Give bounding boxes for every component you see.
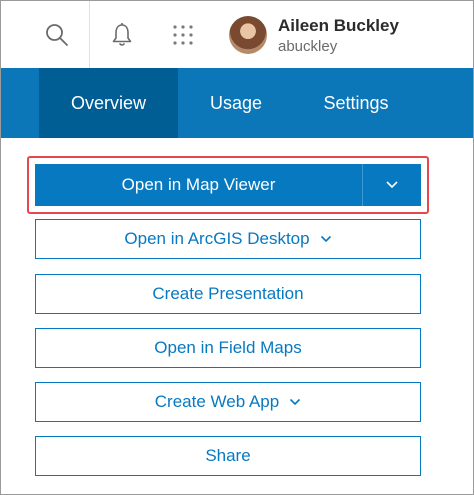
search-icon [46,23,68,46]
user-username[interactable]: abuckley [278,38,337,55]
notifications-button[interactable] [91,1,153,68]
bell-icon [112,22,132,46]
tab-settings[interactable]: Settings [306,68,406,138]
user-name[interactable]: Aileen Buckley [278,16,399,36]
open-in-arcgis-desktop-label: Open in ArcGIS Desktop [124,229,310,248]
create-web-app-label: Create Web App [154,392,280,411]
chevron-down-icon [320,235,332,243]
app-launcher-button[interactable] [153,1,213,68]
open-in-field-maps-label: Open in Field Maps [154,338,302,357]
open-in-arcgis-desktop-button[interactable]: Open in ArcGIS Desktop [35,219,421,259]
map-viewer-dropdown-toggle[interactable] [363,164,421,206]
tab-bar: Overview Usage Settings [1,68,473,138]
avatar[interactable] [229,16,267,54]
search-button[interactable] [27,1,87,68]
open-in-field-maps-button[interactable]: Open in Field Maps [35,328,421,368]
tab-usage[interactable]: Usage [191,68,281,138]
tab-overview[interactable]: Overview [39,68,178,138]
share-button[interactable]: Share [35,436,421,476]
chevron-down-icon [289,398,301,406]
create-presentation-label: Create Presentation [152,284,304,303]
item-page-panel: Aileen Buckley abuckley Overview Usage S… [0,0,474,495]
create-web-app-button[interactable]: Create Web App [35,382,421,422]
top-header: Aileen Buckley abuckley [1,1,473,68]
open-in-map-viewer-label[interactable]: Open in Map Viewer [35,164,362,206]
open-in-map-viewer-button[interactable]: Open in Map Viewer [35,164,421,206]
chevron-down-icon [386,181,398,189]
share-label: Share [205,446,251,465]
create-presentation-button[interactable]: Create Presentation [35,274,421,314]
apps-grid-icon [173,24,193,45]
header-divider [89,1,90,68]
